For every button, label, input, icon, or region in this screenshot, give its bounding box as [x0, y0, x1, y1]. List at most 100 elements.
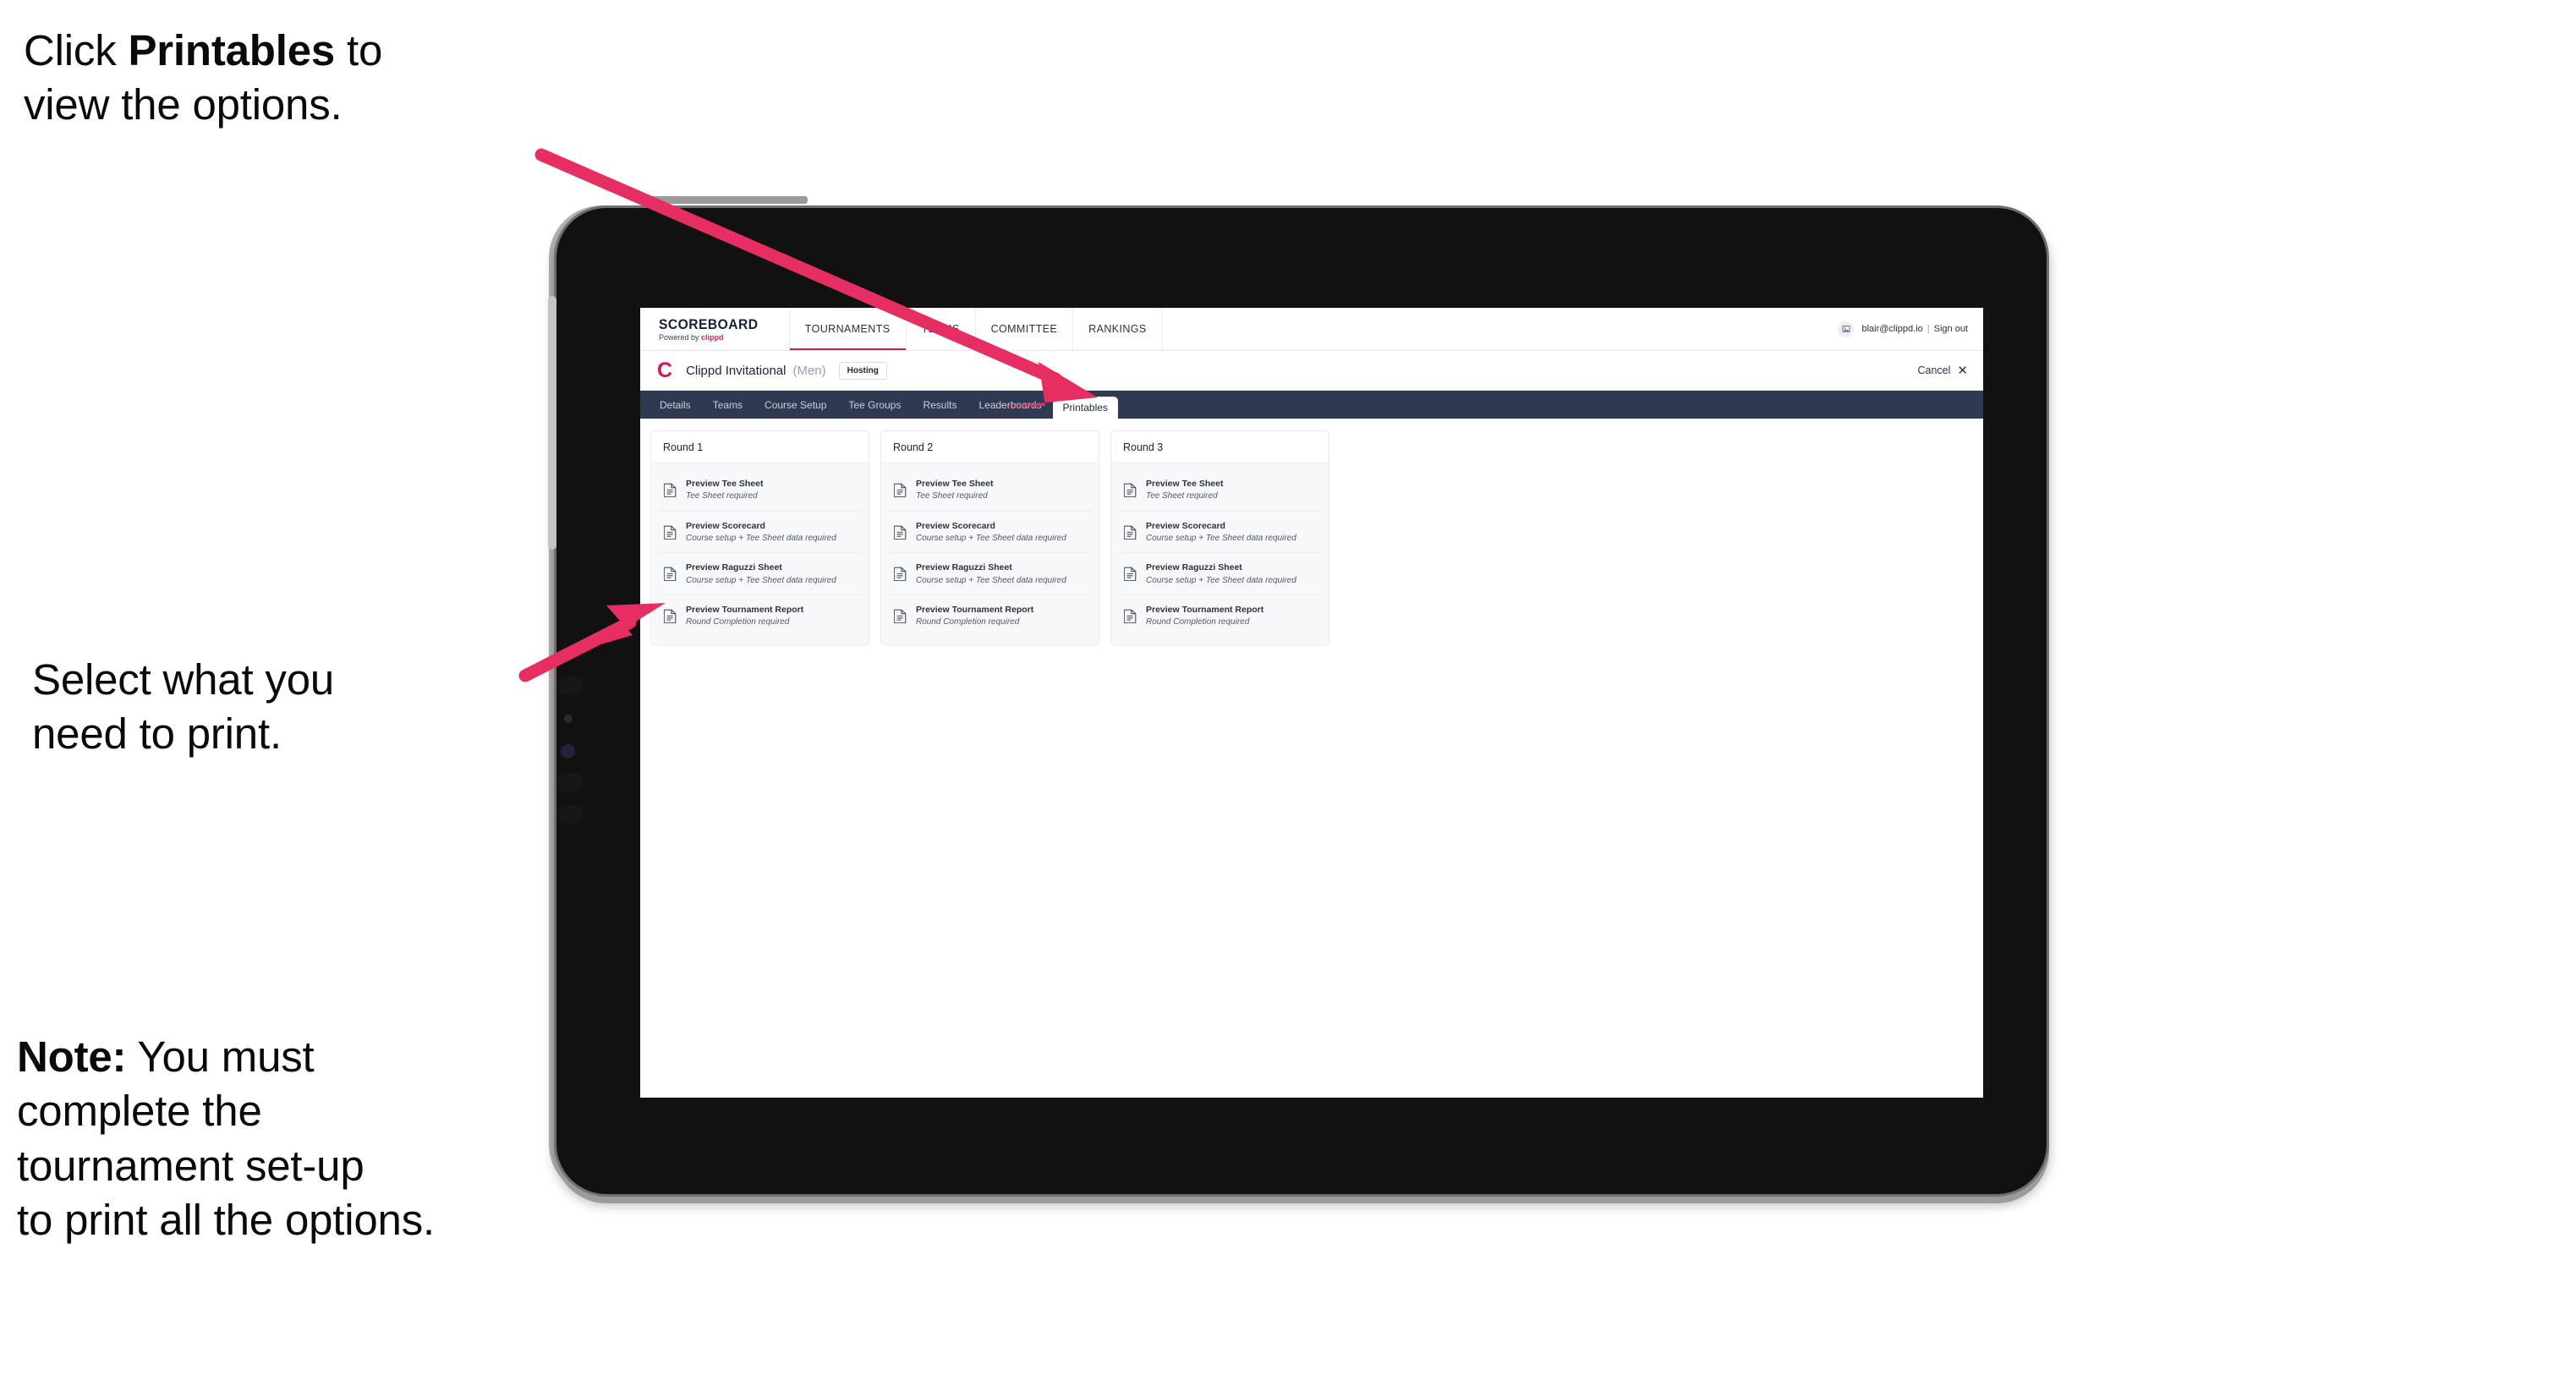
- annotation-emphasis: Note:: [17, 1033, 127, 1081]
- printable-row[interactable]: Preview Tee Sheet Tee Sheet required: [888, 469, 1092, 512]
- tablet-side-rail: [548, 296, 556, 550]
- round-card-body: Preview Tee Sheet Tee Sheet required Prev…: [651, 463, 869, 644]
- document-icon: [1124, 567, 1137, 582]
- printable-row-text: Preview Scorecard Course setup + Tee Shee…: [916, 520, 1066, 545]
- document-icon: [1124, 609, 1137, 623]
- printable-row[interactable]: Preview Tournament Report Round Completio…: [1118, 595, 1322, 637]
- document-icon: [1124, 525, 1137, 540]
- scoreboard-logo[interactable]: SCOREBOARD Powered by clippd: [640, 308, 789, 350]
- nav-item-committee[interactable]: COMMITTEE: [976, 308, 1074, 350]
- user-email-text: blair@clippd.io: [1861, 324, 1923, 334]
- annotation-emphasis: Printables: [128, 26, 336, 74]
- document-icon: [664, 483, 677, 497]
- tab-printables[interactable]: Printables: [1052, 397, 1118, 419]
- document-icon: [894, 483, 907, 497]
- annotation-text: Click: [24, 26, 129, 74]
- sign-out-link[interactable]: Sign out: [1934, 324, 1968, 334]
- brand-sub-prefix: Powered by: [659, 332, 702, 342]
- screenshot-root: Click Printables to view the options. Se…: [0, 0, 2576, 1386]
- avatar[interactable]: [1838, 320, 1855, 337]
- document-icon: [664, 525, 677, 540]
- printable-title: Preview Scorecard: [686, 520, 765, 531]
- tab-results[interactable]: Results: [912, 391, 967, 419]
- printable-requirement: Course setup + Tee Sheet data required: [686, 533, 836, 543]
- printable-title: Preview Tee Sheet: [916, 479, 994, 489]
- tablet-extra-button[interactable]: [558, 805, 584, 824]
- document-icon: [894, 609, 907, 623]
- tab-details[interactable]: Details: [649, 391, 702, 419]
- round-card-title: Round 1: [651, 431, 869, 463]
- printable-requirement: Round Completion required: [686, 617, 790, 627]
- annotation-text: Select what you need to print.: [32, 655, 335, 759]
- document-icon: [1124, 567, 1137, 582]
- printable-requirement: Round Completion required: [1146, 617, 1250, 627]
- tournament-gender: (Men): [792, 363, 826, 378]
- round-card: Round 2 Preview Tee Sheet Tee Sheet requi…: [880, 430, 1099, 645]
- printable-requirement: Tee Sheet required: [916, 491, 988, 501]
- user-icon: [1842, 326, 1850, 332]
- nav-item-tournaments[interactable]: TOURNAMENTS: [788, 308, 907, 350]
- printable-row-text: Preview Raguzzi Sheet Course setup + Tee …: [916, 562, 1066, 586]
- printable-row[interactable]: Preview Tournament Report Round Completio…: [658, 595, 862, 637]
- tab-teams[interactable]: Teams: [702, 391, 754, 419]
- tab-leaderboards[interactable]: Leaderboards: [967, 391, 1052, 419]
- close-icon: ✕: [1957, 363, 1968, 378]
- document-icon: [894, 483, 907, 497]
- printable-row[interactable]: Preview Tournament Report Round Completio…: [888, 595, 1092, 637]
- printable-requirement: Tee Sheet required: [1146, 491, 1218, 501]
- printable-row[interactable]: Preview Scorecard Course setup + Tee Shee…: [888, 512, 1092, 554]
- printable-row[interactable]: Preview Tee Sheet Tee Sheet required: [1118, 469, 1322, 512]
- document-icon: [894, 525, 907, 540]
- printable-title: Preview Scorecard: [1146, 520, 1225, 531]
- document-icon: [664, 609, 677, 623]
- printable-title: Preview Raguzzi Sheet: [1146, 562, 1242, 573]
- nav-item-rankings[interactable]: RANKINGS: [1073, 308, 1163, 350]
- printables-rounds-area: Round 1 Preview Tee Sheet Tee Sheet requi…: [640, 419, 1983, 657]
- tablet-volume-down-button[interactable]: [558, 774, 584, 792]
- printable-row-text: Preview Scorecard Course setup + Tee Shee…: [1146, 520, 1296, 545]
- cancel-label: Cancel: [1917, 364, 1951, 376]
- document-icon: [664, 567, 677, 582]
- printable-title: Preview Raguzzi Sheet: [686, 562, 782, 573]
- printable-row[interactable]: Preview Scorecard Course setup + Tee Shee…: [1118, 512, 1322, 554]
- account-area: blair@clippd.io | Sign out: [1838, 308, 1983, 350]
- round-card: Round 1 Preview Tee Sheet Tee Sheet requi…: [650, 430, 869, 645]
- printable-row[interactable]: Preview Raguzzi Sheet Course setup + Tee …: [1118, 553, 1322, 596]
- annotation-select-what-to-print: Select what you need to print.: [32, 653, 556, 762]
- round-card-body: Preview Tee Sheet Tee Sheet required Prev…: [881, 463, 1099, 644]
- printable-row-text: Preview Scorecard Course setup + Tee Shee…: [686, 520, 836, 545]
- tablet-camera-icon: [564, 715, 573, 723]
- tab-course-setup[interactable]: Course Setup: [754, 391, 837, 419]
- round-card-title: Round 2: [881, 431, 1099, 463]
- printable-row[interactable]: Preview Raguzzi Sheet Course setup + Tee …: [888, 553, 1092, 596]
- printable-row[interactable]: Preview Tee Sheet Tee Sheet required: [658, 469, 862, 512]
- annotation-click-printables: Click Printables to view the options.: [24, 24, 582, 133]
- document-icon: [1124, 609, 1137, 623]
- app-header: SCOREBOARD Powered by clippd TOURNAMENTS…: [640, 308, 1983, 351]
- brand-sub-clippd: clippd: [701, 332, 724, 342]
- document-icon: [894, 525, 907, 540]
- document-icon: [1124, 525, 1137, 540]
- printable-row-text: Preview Raguzzi Sheet Course setup + Tee …: [686, 562, 836, 586]
- user-email-label: blair@clippd.io | Sign out: [1861, 324, 1968, 334]
- printable-title: Preview Raguzzi Sheet: [916, 562, 1012, 573]
- nav-item-teams[interactable]: TEAMS: [907, 308, 976, 350]
- printable-title: Preview Tee Sheet: [686, 479, 764, 489]
- printable-requirement: Tee Sheet required: [686, 491, 758, 501]
- hosting-badge[interactable]: Hosting: [838, 361, 887, 380]
- tab-tee-groups[interactable]: Tee Groups: [837, 391, 912, 419]
- printable-row-text: Preview Raguzzi Sheet Course setup + Tee …: [1146, 562, 1296, 586]
- printable-row[interactable]: Preview Raguzzi Sheet Course setup + Tee …: [658, 553, 862, 596]
- printable-requirement: Round Completion required: [916, 617, 1020, 627]
- document-icon: [664, 525, 677, 540]
- document-icon: [664, 483, 677, 497]
- browser-viewport: SCOREBOARD Powered by clippd TOURNAMENTS…: [640, 308, 1983, 1098]
- printable-row[interactable]: Preview Scorecard Course setup + Tee Shee…: [658, 512, 862, 554]
- tablet-volume-up-button[interactable]: [558, 677, 584, 695]
- printable-title: Preview Tournament Report: [686, 605, 804, 616]
- tournament-header: C Clippd Invitational (Men) Hosting Canc…: [640, 351, 1983, 391]
- section-tabs: Details Teams Course Setup Tee Groups Re…: [640, 391, 1983, 419]
- brand-title: SCOREBOARD: [659, 315, 759, 332]
- tablet-power-button[interactable]: [639, 196, 808, 204]
- cancel-button[interactable]: Cancel ✕: [1918, 364, 1969, 377]
